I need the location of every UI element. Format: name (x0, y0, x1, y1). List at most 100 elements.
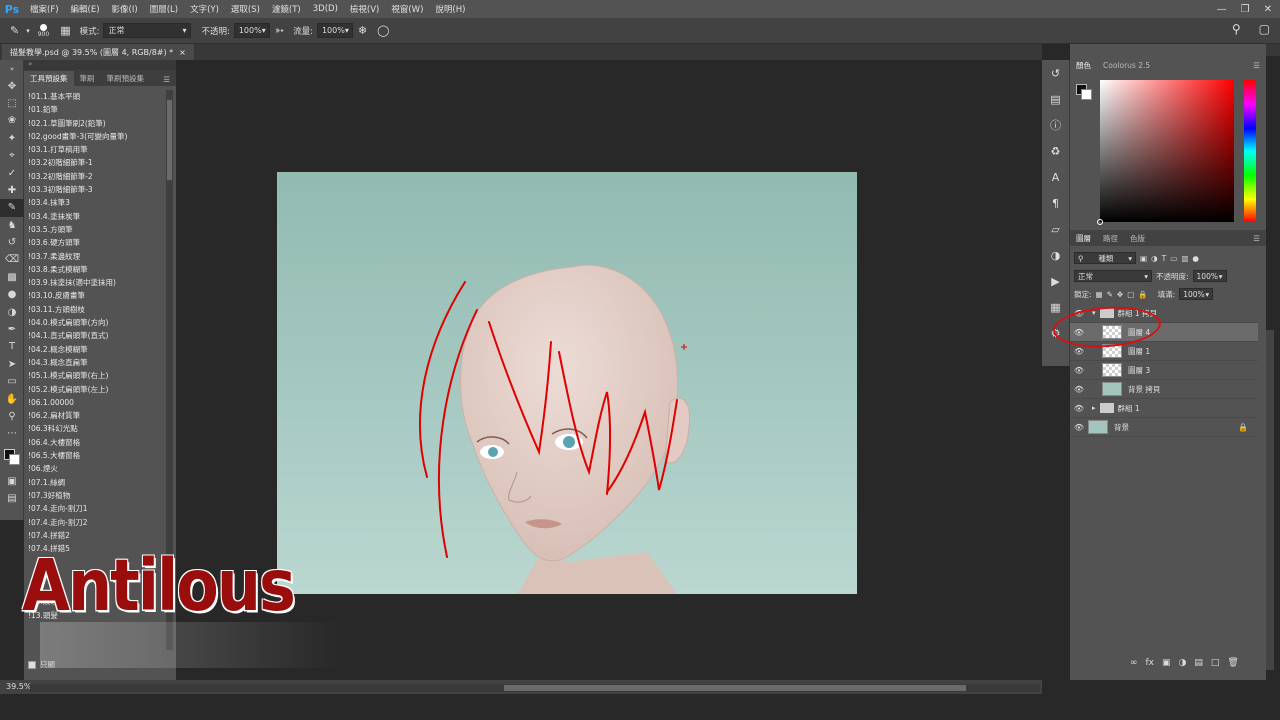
mode-select[interactable]: 正常 ▾ (103, 23, 192, 38)
chevron-down-icon[interactable]: ▾ (26, 27, 30, 35)
brush-preset-item[interactable]: !01.鉛筆 (28, 103, 164, 116)
paint-bucket-icon[interactable]: ▩ (0, 269, 24, 286)
brush-preset-item[interactable]: !06.1.00000 (28, 396, 164, 409)
quick-mask-icon[interactable]: ▣ (0, 473, 24, 490)
document-tab[interactable]: 描髮教學.psd @ 39.5% (圖層 4, RGB/8#) * × (2, 44, 194, 60)
close-icon[interactable]: ✕ (1264, 4, 1272, 15)
eraser-icon[interactable]: ⌫ (0, 251, 24, 268)
more-tools-icon[interactable]: ⋯ (0, 425, 24, 442)
brush-preset-item[interactable]: !03.4.塗抹炭筆 (28, 210, 164, 223)
visibility-eye-icon[interactable]: 👁 (1070, 366, 1088, 375)
panel-menu-icon[interactable]: ☰ (1247, 234, 1266, 243)
brush-preset-item[interactable]: !02.1.草圖筆刷2(鉛筆) (28, 117, 164, 130)
tab-brush[interactable]: 筆刷 (74, 71, 101, 86)
hue-slider[interactable] (1244, 80, 1256, 222)
brush-preset-item[interactable]: !07.4.拼錯2 (28, 529, 164, 542)
new-layer-icon[interactable]: □ (1211, 658, 1220, 668)
workspace-icon[interactable]: ▢ (1259, 22, 1270, 36)
color-field[interactable] (1097, 80, 1234, 225)
layer-style-icon[interactable]: fx (1146, 658, 1155, 668)
brush-preset-item[interactable]: !04.1.直式扁頭筆(直式) (28, 329, 164, 342)
link-layers-icon[interactable]: ∞ (1130, 658, 1138, 668)
filter-adjust-icon[interactable]: ◑ (1151, 254, 1158, 263)
adjustment-layer-icon[interactable]: ◑ (1179, 658, 1187, 668)
layer-row[interactable]: 👁 ▸ 群組 1 (1070, 399, 1258, 418)
brush-preset-item[interactable]: !06.5.大樓窗格 (28, 449, 164, 462)
restore-icon[interactable]: ❐ (1241, 4, 1250, 15)
dodge-tool-icon[interactable]: ◑ (0, 303, 24, 320)
menu-window[interactable]: 視窗(W) (385, 3, 429, 15)
tab-color[interactable]: 顏色 (1070, 60, 1097, 71)
add-mask-icon[interactable]: ▣ (1162, 658, 1171, 668)
color-swatches[interactable] (0, 443, 23, 473)
lock-artboard-icon[interactable]: ▢ (1127, 290, 1134, 299)
move-tool-icon[interactable]: ✥ (0, 77, 24, 94)
brush-preset-item[interactable]: !07.3好植物 (28, 489, 164, 502)
airbrush-icon[interactable]: ❄ (358, 24, 367, 37)
menu-file[interactable]: 檔案(F) (24, 3, 65, 15)
tab-paths[interactable]: 路徑 (1097, 233, 1124, 244)
brush-preset-item[interactable]: !07.4.走向-割刀2 (28, 516, 164, 529)
tab-coolorus[interactable]: Coolorus 2.5 (1097, 61, 1156, 70)
background-color[interactable] (9, 453, 20, 465)
adjustments-icon[interactable]: ◑ (1042, 242, 1069, 268)
flow-input[interactable]: 100% ▾ (316, 23, 353, 38)
brush-preset-item[interactable]: !06.4.大樓窗格 (28, 436, 164, 449)
menu-edit[interactable]: 編輯(E) (65, 3, 106, 15)
background-swatch[interactable] (1081, 89, 1092, 100)
lock-transparent-icon[interactable]: ▦ (1096, 290, 1103, 299)
brush-preset-item[interactable]: !03.3初階細節筆-3 (28, 183, 164, 196)
paragraph-icon[interactable]: ¶ (1042, 190, 1069, 216)
brush-preset-item[interactable]: !03.5.方頭筆 (28, 223, 164, 236)
brush-tool-icon[interactable]: ✎ (10, 24, 19, 37)
menu-3d[interactable]: 3D(D) (307, 4, 344, 14)
minimize-icon[interactable]: — (1217, 4, 1227, 15)
clone-source-icon[interactable]: ♻ (1042, 138, 1069, 164)
brush-preset-item[interactable]: !03.2初階細節筆-2 (28, 170, 164, 183)
eyedropper-icon[interactable]: ✓ (0, 164, 24, 181)
clone-stamp-icon[interactable]: ♞ (0, 217, 24, 234)
menu-type[interactable]: 文字(Y) (184, 3, 225, 15)
crop-tool-icon[interactable]: ⌖ (0, 147, 24, 164)
artboard[interactable] (277, 172, 857, 594)
layer-row[interactable]: 👁 圖層 3 (1070, 361, 1258, 380)
opacity-input[interactable]: 100% ▾ (233, 23, 270, 38)
screen-mode-icon[interactable]: ▤ (0, 490, 24, 507)
magic-wand-icon[interactable]: ✦ (0, 130, 24, 147)
layer-opacity-input[interactable]: 100% ▾ (1192, 270, 1227, 282)
3d-icon[interactable]: ▱ (1042, 216, 1069, 242)
brush-preset-item[interactable]: !03.1.打草稿用筆 (28, 143, 164, 156)
chevron-right-icon[interactable]: ▸ (1092, 404, 1096, 412)
brush-preset-item[interactable]: !03.2初階細節筆-1 (28, 156, 164, 169)
collapse-icon[interactable]: » (0, 60, 24, 77)
healing-brush-icon[interactable]: ✚ (0, 182, 24, 199)
menu-layer[interactable]: 圖層(L) (144, 3, 184, 15)
brush-preset-item[interactable]: !03.10.皮膚畫筆 (28, 289, 164, 302)
right-panel-scrollbar[interactable] (1266, 330, 1274, 670)
menu-help[interactable]: 說明(H) (429, 3, 471, 15)
brush-preset-item[interactable]: !03.8.柔式模糊筆 (28, 263, 164, 276)
brush-preset-item[interactable]: !06.3科幻光點 (28, 422, 164, 435)
blend-mode-select[interactable]: 正常 ▾ (1074, 270, 1152, 282)
brush-preset-item[interactable]: !07.1.絲綢 (28, 476, 164, 489)
visibility-eye-icon[interactable]: 👁 (1070, 347, 1088, 356)
blur-tool-icon[interactable]: ● (0, 286, 24, 303)
brush-preset-item[interactable]: !05.1.模式扁頭筆(右上) (28, 369, 164, 382)
lasso-tool-icon[interactable]: ❀ (0, 112, 24, 129)
layer-row[interactable]: 👁 背景 拷貝 (1070, 380, 1258, 399)
current-tool-only-checkbox[interactable] (28, 660, 36, 669)
type-tool-icon[interactable]: T (0, 338, 24, 355)
tab-layers[interactable]: 圖層 (1070, 233, 1097, 244)
scroll-thumb[interactable] (167, 100, 172, 180)
brush-preset-item[interactable]: !06.2.扁材質筆 (28, 409, 164, 422)
brush-size-preview[interactable]: 900 (38, 23, 49, 38)
filter-type-icon[interactable]: T (1162, 254, 1167, 263)
filter-shape-icon[interactable]: ▭ (1170, 254, 1177, 263)
brush-preset-item[interactable]: !07.4.走向-割刀1 (28, 502, 164, 515)
brush-preset-item[interactable]: !03.4.抹筆3 (28, 196, 164, 209)
marquee-tool-icon[interactable]: ⬚ (0, 95, 24, 112)
pressure-opacity-icon[interactable]: ➳ (275, 24, 284, 37)
delete-layer-icon[interactable]: 🗑 (1227, 658, 1238, 668)
visibility-eye-icon[interactable]: 👁 (1070, 423, 1088, 432)
search-icon[interactable]: ⚲ (1232, 22, 1241, 36)
